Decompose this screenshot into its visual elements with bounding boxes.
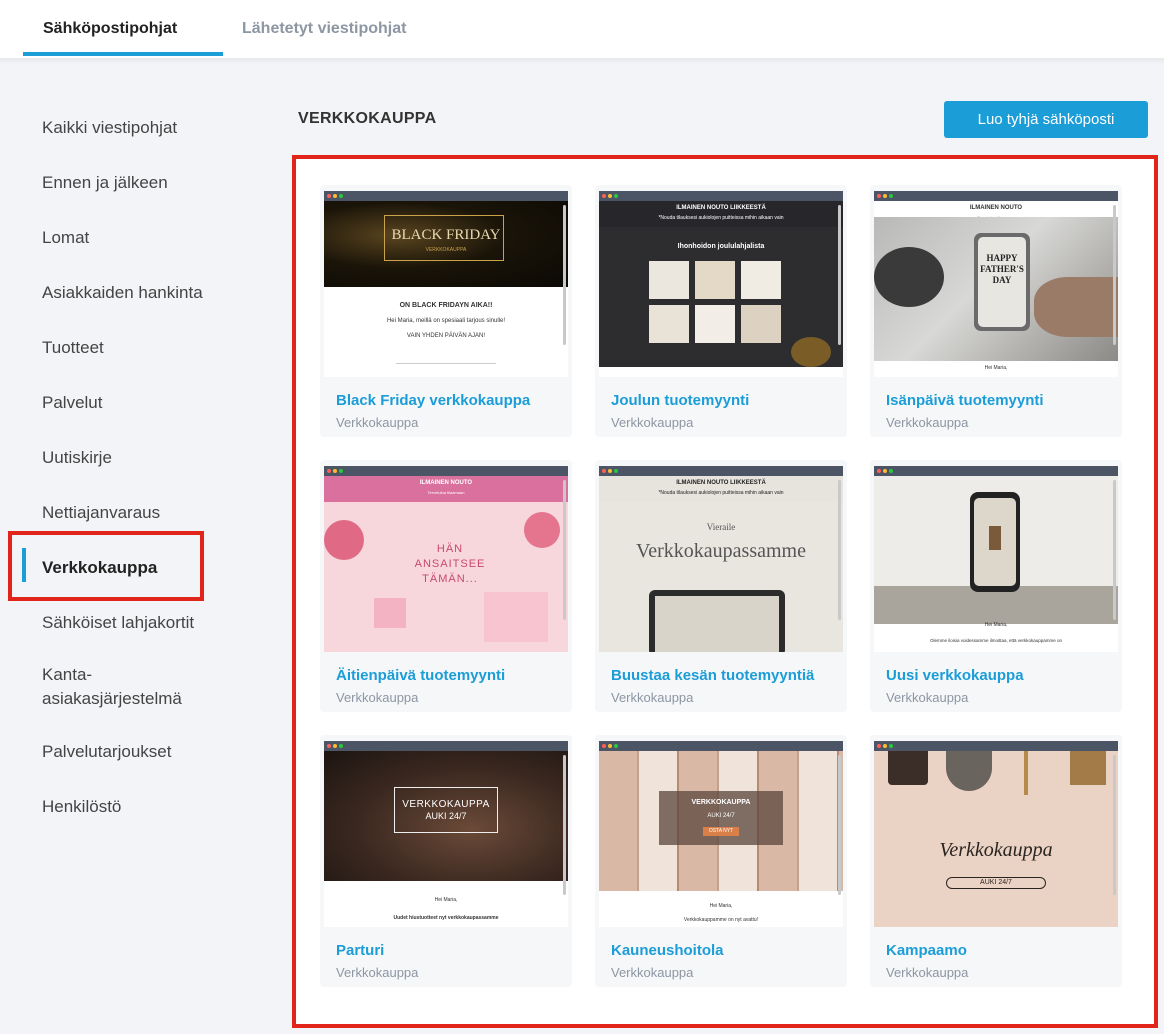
card-category: Verkkokauppa <box>886 965 969 980</box>
template-card-barber[interactable]: VERKKOKAUPPA AUKI 24/7 Hei Maria, Uudet … <box>320 735 572 987</box>
card-title[interactable]: Joulun tuotemyynti <box>611 392 749 409</box>
sidebar-item-all-templates[interactable]: Kaikki viestipohjat <box>42 116 242 140</box>
active-tab-indicator <box>23 52 223 56</box>
card-category: Verkkokauppa <box>611 690 694 705</box>
topbar-shadow <box>0 58 1164 64</box>
card-category: Verkkokauppa <box>336 690 419 705</box>
card-title[interactable]: Parturi <box>336 942 384 959</box>
sidebar-item-holidays[interactable]: Lomat <box>42 226 242 250</box>
template-card-hair-salon[interactable]: Verkkokauppa AUKI 24/7 Kampaamo Verkkoka… <box>870 735 1122 987</box>
preview-scrollbar <box>838 205 841 345</box>
highlight-box-sidebar <box>8 531 204 601</box>
tab-email-templates[interactable]: Sähköpostipohjat <box>43 20 177 38</box>
sidebar-item-products[interactable]: Tuotteet <box>42 336 242 360</box>
template-card-beauty-salon[interactable]: VERKKOKAUPPA AUKI 24/7 OSTA NYT Hei Mari… <box>595 735 847 987</box>
section-title: VERKKOKAUPPA <box>298 110 437 127</box>
create-empty-email-button[interactable]: Luo tyhjä sähköposti <box>944 101 1148 138</box>
card-title[interactable]: Kampaamo <box>886 942 967 959</box>
preview-scrollbar <box>563 205 566 345</box>
card-category: Verkkokauppa <box>611 415 694 430</box>
template-preview: ILMAINEN NOUTO LIIKKEESTÄ *Nouda tilauks… <box>599 466 843 652</box>
preview-scrollbar <box>1113 755 1116 895</box>
sidebar-item-staff[interactable]: Henkilöstö <box>42 795 242 819</box>
card-title[interactable]: Isänpäivä tuotemyynti <box>886 392 1044 409</box>
template-card-summer-boost[interactable]: ILMAINEN NOUTO LIIKKEESTÄ *Nouda tilauks… <box>595 460 847 712</box>
template-card-black-friday[interactable]: BLACK FRIDAY VERKKOKAUPPA ON BLACK FRIDA… <box>320 185 572 437</box>
card-category: Verkkokauppa <box>886 415 969 430</box>
template-preview: ILMAINEN NOUTO LIIKKEESTÄ *Nouda tilauks… <box>599 191 843 377</box>
preview-scrollbar <box>1113 480 1116 620</box>
template-preview: Hei Maria, Olemme iloisia voidessamme il… <box>874 466 1118 652</box>
template-preview: VERKKOKAUPPA AUKI 24/7 OSTA NYT Hei Mari… <box>599 741 843 927</box>
template-card-fathers-day[interactable]: ILMAINEN NOUTO Tervetuloa tilaamaan HAPP… <box>870 185 1122 437</box>
template-grid: BLACK FRIDAY VERKKOKAUPPA ON BLACK FRIDA… <box>295 158 1155 1024</box>
card-title[interactable]: Black Friday verkkokauppa <box>336 392 530 409</box>
sidebar-item-loyalty[interactable]: Kanta-asiakasjärjestelmä <box>42 663 217 711</box>
sidebar-item-gift-cards[interactable]: Sähköiset lahjakortit <box>42 611 242 635</box>
sidebar-item-services[interactable]: Palvelut <box>42 391 242 415</box>
preview-scrollbar <box>838 480 841 620</box>
card-category: Verkkokauppa <box>886 690 969 705</box>
card-title[interactable]: Uusi verkkokauppa <box>886 667 1024 684</box>
template-preview: ILMAINEN NOUTO Tervetuloa tilaamaan HÄN … <box>324 466 568 652</box>
card-category: Verkkokauppa <box>611 965 694 980</box>
template-card-mothers-day[interactable]: ILMAINEN NOUTO Tervetuloa tilaamaan HÄN … <box>320 460 572 712</box>
sidebar-item-newsletter[interactable]: Uutiskirje <box>42 446 242 470</box>
template-preview: ILMAINEN NOUTO Tervetuloa tilaamaan HAPP… <box>874 191 1118 377</box>
template-card-new-webshop[interactable]: Hei Maria, Olemme iloisia voidessamme il… <box>870 460 1122 712</box>
card-title[interactable]: Kauneushoitola <box>611 942 724 959</box>
preview-scrollbar <box>563 480 566 620</box>
sidebar-item-online-booking[interactable]: Nettiajanvaraus <box>42 501 242 525</box>
card-title[interactable]: Äitienpäivä tuotemyynti <box>336 667 505 684</box>
template-card-christmas[interactable]: ILMAINEN NOUTO LIIKKEESTÄ *Nouda tilauks… <box>595 185 847 437</box>
template-preview: Verkkokauppa AUKI 24/7 <box>874 741 1118 927</box>
sidebar-item-customer-acquisition[interactable]: Asiakkaiden hankinta <box>42 281 242 305</box>
preview-scrollbar <box>563 755 566 895</box>
top-tabs-bar: Sähköpostipohjat Lähetetyt viestipohjat <box>0 0 1164 58</box>
preview-scrollbar <box>1113 205 1116 345</box>
sidebar-item-service-offers[interactable]: Palvelutarjoukset <box>42 740 242 764</box>
sidebar-item-before-after[interactable]: Ennen ja jälkeen <box>42 171 242 195</box>
template-preview: BLACK FRIDAY VERKKOKAUPPA ON BLACK FRIDA… <box>324 191 568 377</box>
preview-scrollbar <box>838 755 841 895</box>
card-title[interactable]: Buustaa kesän tuotemyyntiä <box>611 667 814 684</box>
template-preview: VERKKOKAUPPA AUKI 24/7 Hei Maria, Uudet … <box>324 741 568 927</box>
card-category: Verkkokauppa <box>336 415 419 430</box>
tab-sent-templates[interactable]: Lähetetyt viestipohjat <box>242 20 406 38</box>
card-category: Verkkokauppa <box>336 965 419 980</box>
